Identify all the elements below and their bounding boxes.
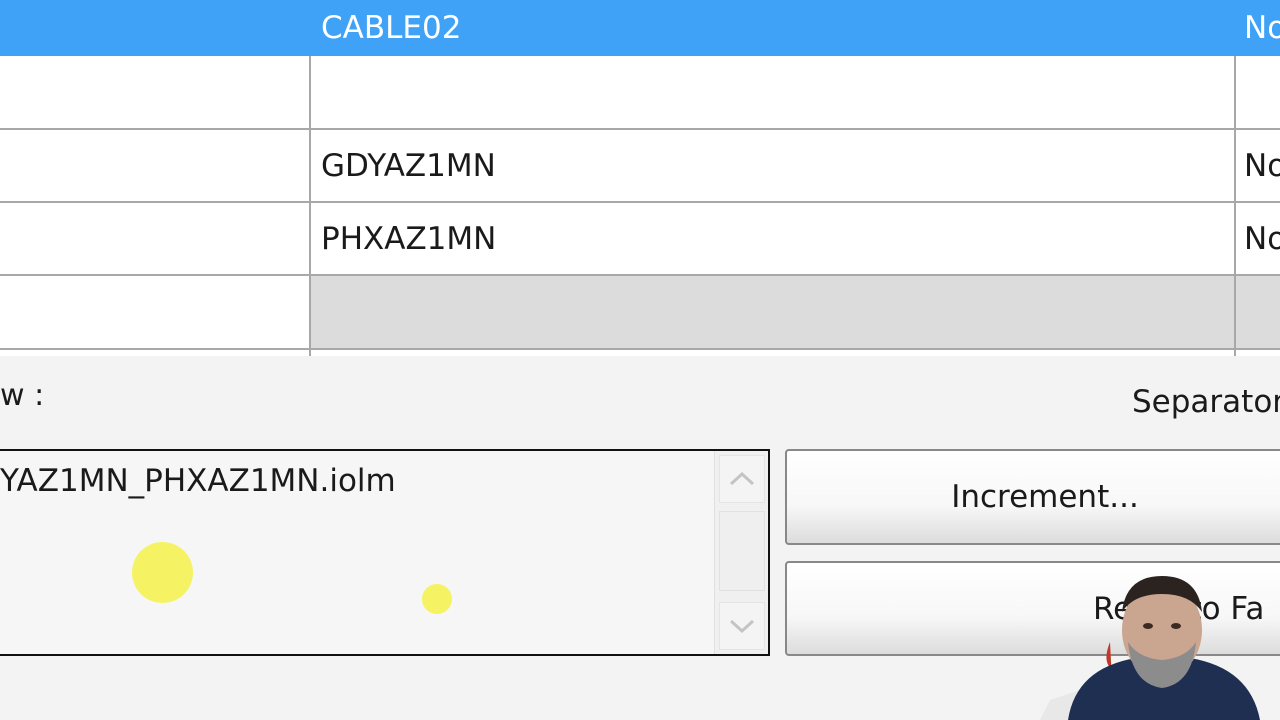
preview-label: w : (0, 378, 45, 413)
file-name-grid: CABLE02 No GDYAZ1MN No PHXAZ1MN No (0, 0, 1280, 356)
grid-cell (1234, 276, 1280, 348)
grid-cell (0, 0, 309, 56)
vertical-scrollbar[interactable] (714, 451, 768, 654)
preview-text-area[interactable]: YAZ1MN_PHXAZ1MN.iolm (0, 449, 770, 656)
webcam-overlay (1040, 576, 1260, 720)
grid-cell (1234, 56, 1280, 128)
table-row[interactable]: CABLE02 No (0, 0, 1280, 56)
grid-cell: No (1234, 0, 1280, 56)
grid-cell (1234, 350, 1280, 356)
grid-cell (0, 203, 309, 274)
grid-cell (309, 350, 1234, 356)
table-row (0, 350, 1280, 356)
table-row[interactable] (0, 56, 1280, 130)
grid-cell: No (1234, 203, 1280, 274)
chevron-down-icon (729, 619, 755, 633)
grid-cell: PHXAZ1MN (309, 203, 1234, 274)
scrollbar-thumb[interactable] (719, 511, 765, 591)
grid-cell: GDYAZ1MN (309, 130, 1234, 201)
scroll-down-button[interactable] (719, 602, 765, 650)
table-row[interactable] (0, 276, 1280, 350)
grid-cell: No (1234, 130, 1280, 201)
scroll-up-button[interactable] (719, 455, 765, 503)
grid-cell (309, 276, 1234, 348)
chevron-up-icon (729, 472, 755, 486)
grid-cell: CABLE02 (309, 0, 1234, 56)
grid-cell (0, 130, 309, 201)
table-row[interactable]: GDYAZ1MN No (0, 130, 1280, 203)
grid-cell (0, 276, 309, 348)
preview-file-name: YAZ1MN_PHXAZ1MN.iolm (0, 463, 396, 499)
grid-cell (309, 56, 1234, 128)
cursor-highlight (132, 542, 193, 603)
increment-button[interactable]: Increment... (785, 449, 1280, 545)
grid-cell (0, 350, 309, 356)
separator-label: Separator (1132, 384, 1280, 420)
table-row[interactable]: PHXAZ1MN No (0, 203, 1280, 276)
cursor-highlight (422, 584, 452, 614)
grid-cell (0, 56, 309, 128)
